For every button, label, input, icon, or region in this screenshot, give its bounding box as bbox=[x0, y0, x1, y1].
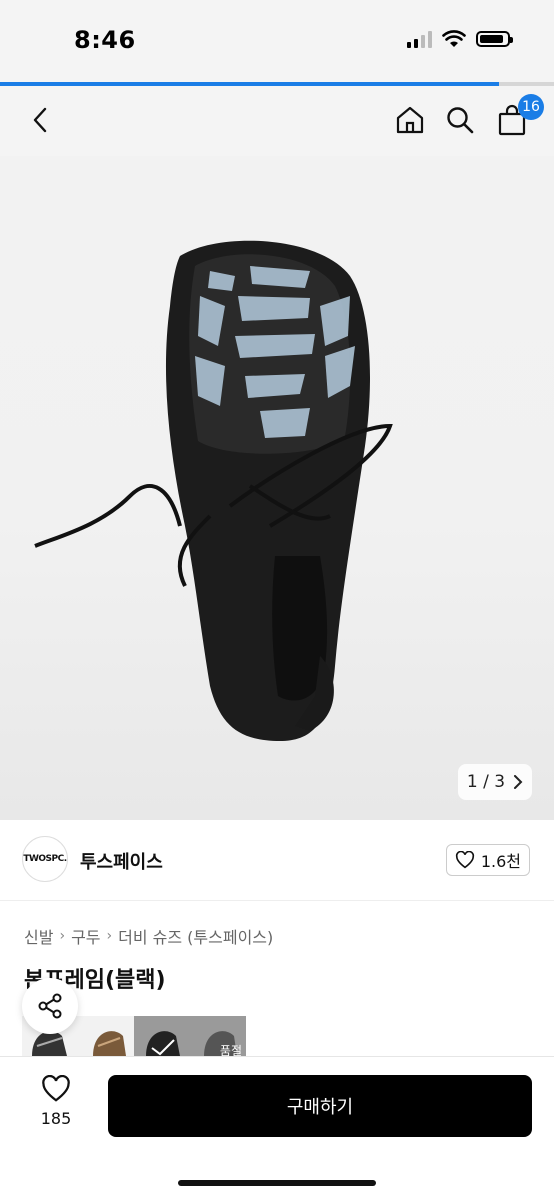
back-button[interactable] bbox=[22, 100, 58, 140]
brand-logo[interactable]: TWOSPC. bbox=[22, 836, 68, 882]
chevron-right-icon bbox=[514, 775, 523, 789]
status-time: 8:46 bbox=[74, 26, 136, 54]
chevron-left-icon bbox=[33, 107, 47, 133]
breadcrumb: 신발 › 구두 › 더비 슈즈 (투스페이스) bbox=[24, 924, 273, 948]
heart-icon bbox=[42, 1075, 70, 1102]
home-icon bbox=[396, 106, 424, 134]
gallery-pager[interactable]: 1 / 3 bbox=[458, 764, 532, 800]
status-icons bbox=[407, 30, 513, 48]
share-icon bbox=[38, 993, 62, 1019]
breadcrumb-item[interactable]: 구두 bbox=[71, 924, 100, 948]
battery-icon bbox=[476, 31, 513, 47]
brand-like-count: 1.6천 bbox=[480, 852, 521, 871]
heart-icon bbox=[455, 851, 474, 869]
wifi-icon bbox=[442, 30, 466, 47]
header: 16 bbox=[0, 86, 554, 156]
wishlist-count: 185 bbox=[40, 1109, 72, 1128]
chevron-right-icon: › bbox=[106, 928, 113, 944]
status-bar: 8:46 bbox=[0, 0, 554, 84]
share-button[interactable] bbox=[22, 978, 78, 1034]
option-thumbnail-selected[interactable] bbox=[134, 1016, 190, 1056]
product-image bbox=[34, 240, 393, 742]
brand-like-button[interactable]: 1.6천 bbox=[445, 844, 530, 876]
option-thumbnail[interactable] bbox=[78, 1016, 134, 1056]
cart-count-badge: 16 bbox=[518, 94, 544, 120]
search-button[interactable] bbox=[440, 98, 480, 142]
breadcrumb-item[interactable]: 더비 슈즈 (투스페이스) bbox=[118, 924, 273, 948]
product-image-gallery[interactable]: 1 / 3 bbox=[0, 156, 554, 820]
brand-name[interactable]: 투스페이스 bbox=[80, 848, 163, 874]
wishlist-button[interactable]: 185 bbox=[22, 1075, 90, 1128]
search-icon bbox=[447, 107, 474, 134]
sold-out-label: 품절 bbox=[219, 1044, 242, 1056]
breadcrumb-item[interactable]: 신발 bbox=[24, 924, 53, 948]
brand-row[interactable]: TWOSPC. 투스페이스 1.6천 bbox=[0, 820, 554, 901]
home-button[interactable] bbox=[390, 98, 430, 142]
pager-text: 1 / 3 bbox=[466, 772, 506, 792]
signal-icon bbox=[407, 30, 432, 48]
option-thumbnail[interactable]: 품절 bbox=[190, 1016, 246, 1056]
buy-button[interactable]: 구매하기 bbox=[108, 1075, 532, 1137]
chevron-right-icon: › bbox=[59, 928, 66, 944]
home-indicator bbox=[178, 1180, 376, 1186]
cart-button[interactable]: 16 bbox=[492, 94, 544, 142]
